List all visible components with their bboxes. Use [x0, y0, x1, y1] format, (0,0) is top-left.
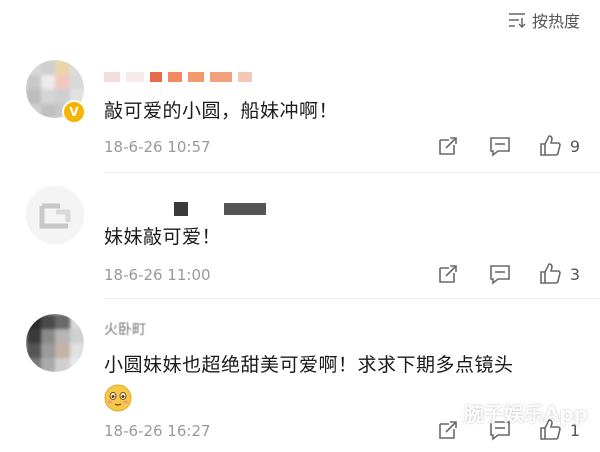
divider: [104, 298, 600, 299]
thumbs-up-icon: [540, 135, 561, 156]
sort-label: 按热度: [531, 12, 580, 31]
default-avatar-icon: [27, 187, 83, 243]
sort-by-hot-button[interactable]: 按热度: [508, 8, 580, 32]
like-button[interactable]: 3: [538, 262, 580, 286]
comment-text: 小圆妹妹也超绝甜美可爱啊！求求下期多点镜头: [104, 354, 514, 376]
repost-icon[interactable]: [436, 418, 460, 442]
blushing-face-emoji-icon: [104, 384, 132, 412]
comment-text: 敲可爱的小圆，船妹冲啊！: [104, 100, 339, 122]
avatar-mosaic: [26, 314, 84, 372]
username-redacted[interactable]: 火卧町: [104, 322, 146, 338]
username-fragment: 火卧町: [104, 322, 146, 338]
comment-time: 18-6-26 11:00: [104, 266, 211, 284]
reply-icon[interactable]: [488, 262, 512, 286]
divider: [104, 172, 600, 173]
thumbs-up-icon: [540, 263, 561, 284]
username-redacted[interactable]: [104, 202, 266, 216]
comment-actions: 3: [408, 262, 580, 286]
repost-icon[interactable]: [436, 134, 460, 158]
watermark: 腕子娱乐App: [463, 402, 588, 426]
repost-icon[interactable]: [436, 262, 460, 286]
reply-icon[interactable]: [488, 134, 512, 158]
like-count: 3: [569, 264, 580, 284]
like-button[interactable]: 9: [538, 134, 580, 158]
username-redacted[interactable]: [104, 70, 252, 84]
like-count: 9: [569, 136, 580, 156]
comment-text: 妹妹敲可爱！: [104, 226, 222, 248]
avatar[interactable]: [26, 186, 84, 244]
verified-badge-icon: V: [62, 100, 86, 124]
comment-time: 18-6-26 10:57: [104, 138, 211, 156]
avatar[interactable]: [26, 314, 84, 372]
sort-icon: [508, 13, 526, 28]
comment-actions: 9: [408, 134, 580, 158]
comment-time: 18-6-26 16:27: [104, 422, 211, 440]
